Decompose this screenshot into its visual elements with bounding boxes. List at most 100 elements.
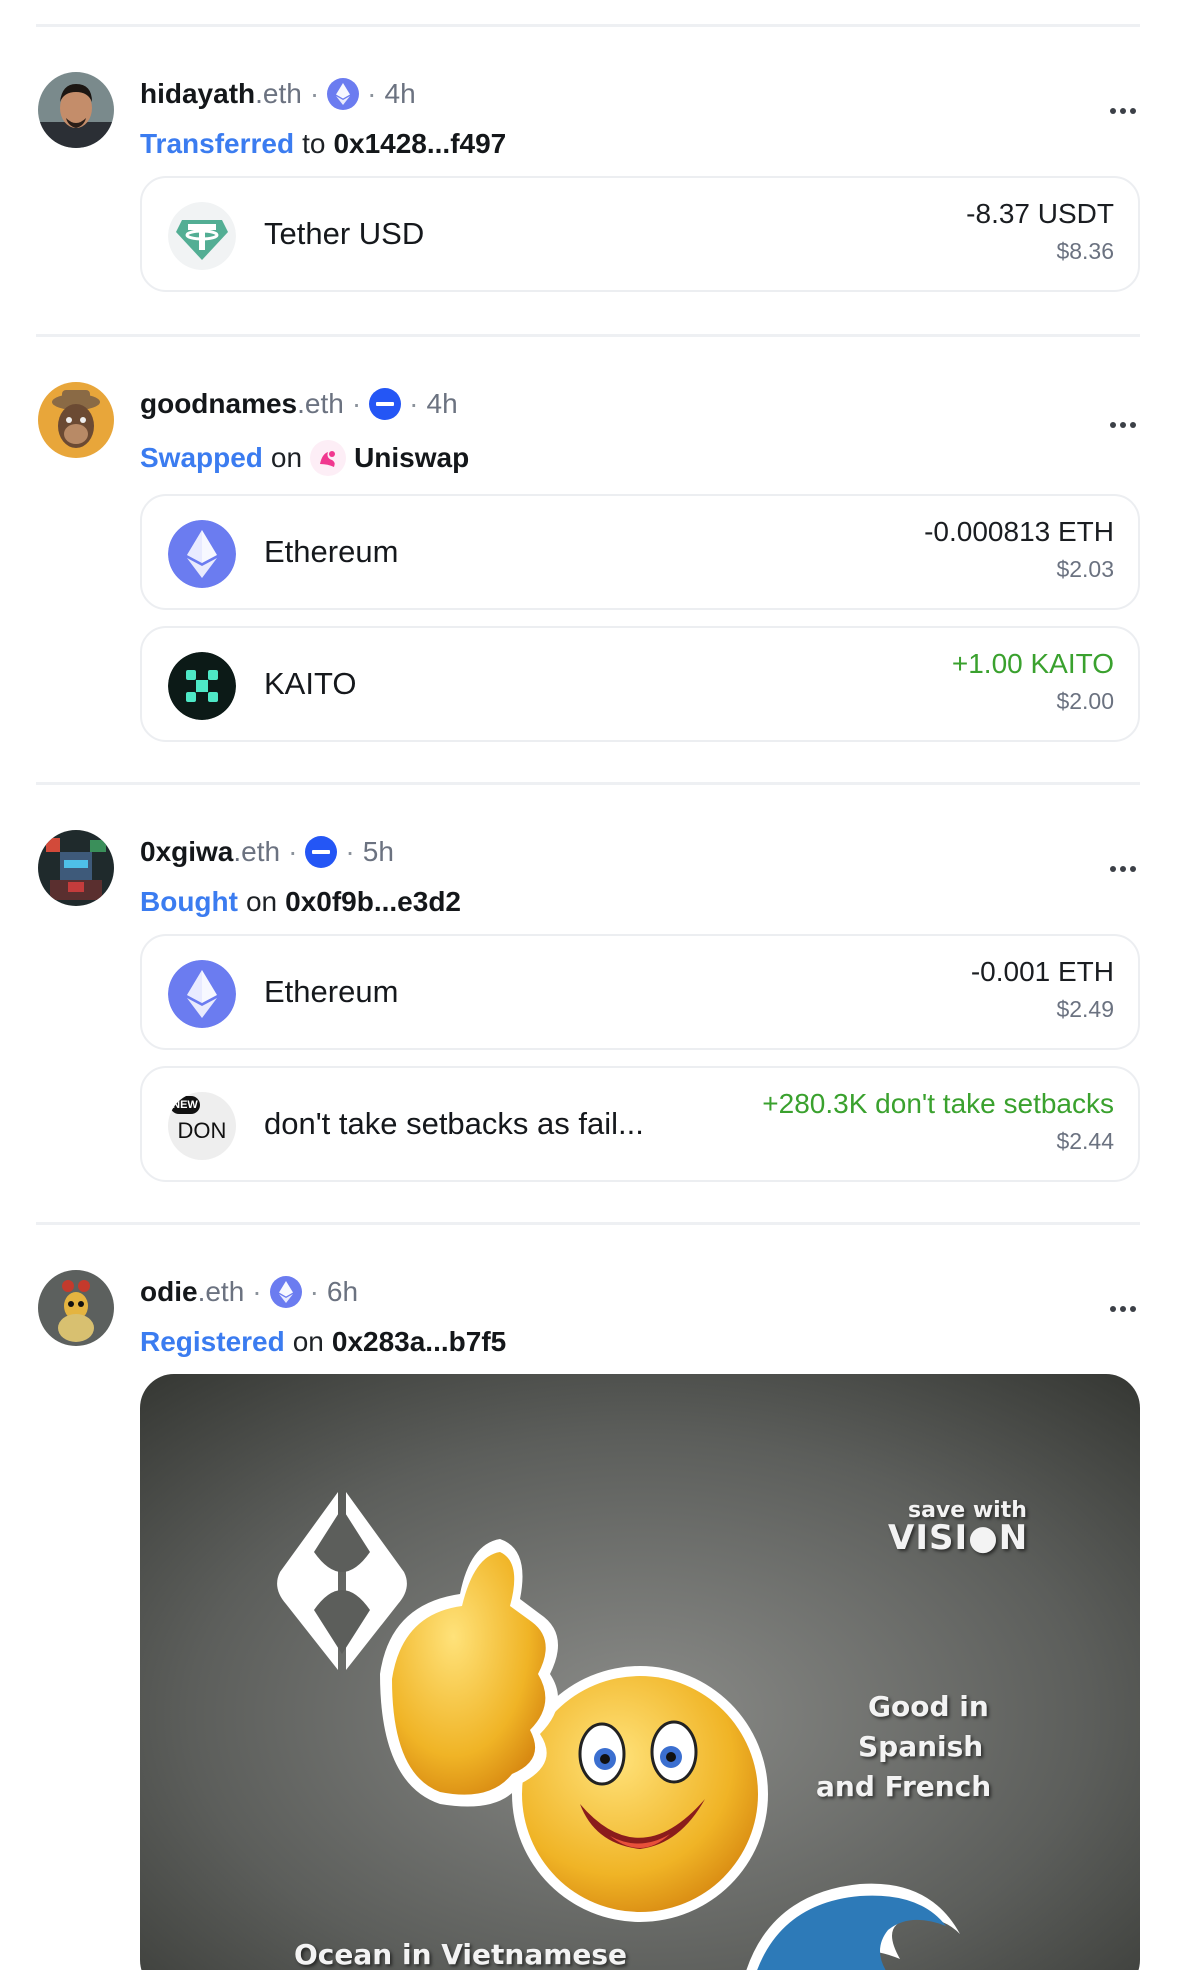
nft-tagline: and French	[816, 1770, 992, 1803]
action-target-address[interactable]: 0x0f9b...e3d2	[285, 886, 461, 918]
dot-icon	[1130, 108, 1136, 114]
action-preposition: on	[245, 886, 278, 917]
dot-icon	[1110, 108, 1116, 114]
token-usd-value: $2.44	[1056, 1128, 1114, 1154]
nft-artwork	[140, 1374, 1140, 1970]
action-target-address[interactable]: 0x1428...f497	[333, 128, 506, 160]
action-target-address[interactable]: 0x283a...b7f5	[332, 1326, 506, 1358]
uniswap-icon	[310, 440, 347, 476]
feed-header: 0xgiwa .eth · · 5h	[140, 832, 394, 872]
tether-icon	[168, 202, 236, 270]
divider	[36, 782, 1140, 785]
separator: ·	[409, 388, 419, 419]
token-amount-clip: +280.3K don't take setbacks	[714, 1088, 1114, 1124]
action-line: Transferred to 0x1428...f497	[140, 124, 506, 164]
kaito-icon	[168, 652, 236, 720]
avatar[interactable]	[38, 382, 114, 458]
avatar[interactable]	[38, 830, 114, 906]
separator: ·	[351, 388, 362, 419]
ethereum-icon	[269, 1276, 302, 1308]
user-name[interactable]: hidayath	[140, 78, 255, 110]
token-card[interactable]: Ethereum -0.001 ETH $2.49	[140, 934, 1140, 1050]
user-name-suffix: .eth	[233, 836, 281, 867]
new-badge: NEW	[170, 1096, 200, 1114]
user-name[interactable]: odie	[140, 1276, 198, 1308]
token-usd-value: $2.49	[1056, 996, 1114, 1022]
don-token-icon: NEW DON	[168, 1092, 236, 1160]
dot-icon	[1110, 1306, 1116, 1312]
ethereum-icon	[168, 520, 236, 588]
timestamp: 6h	[326, 1276, 359, 1307]
action-verb[interactable]: Registered	[140, 1326, 285, 1358]
token-amount: +1.00 KAITO	[951, 648, 1114, 679]
separator: ·	[367, 78, 377, 109]
token-card[interactable]: Tether USD -8.37 USDT $8.36	[140, 176, 1140, 292]
activity-feed: hidayath .eth · · 4h Transferred to 0x142…	[0, 0, 1182, 1970]
action-preposition: to	[302, 128, 326, 159]
more-options-button[interactable]	[1108, 96, 1138, 126]
nft-caption: Ocean in Vietnamese	[294, 1938, 628, 1970]
nft-image-card[interactable]: save with VISI●N Good in Spanish and Fre…	[140, 1374, 1140, 1970]
action-verb[interactable]: Swapped	[140, 442, 263, 474]
divider	[36, 1222, 1140, 1225]
token-card[interactable]: NEW DON don't take setbacks as fail... +…	[140, 1066, 1140, 1182]
nft-tagline: Good in	[868, 1690, 989, 1723]
dot-icon	[1130, 422, 1136, 428]
token-amount: -0.000813 ETH	[924, 516, 1114, 547]
separator: ·	[288, 836, 298, 867]
dot-icon	[1130, 1306, 1136, 1312]
more-options-button[interactable]	[1108, 1294, 1138, 1324]
action-preposition: on	[270, 442, 303, 473]
separator: ·	[309, 78, 320, 109]
user-name[interactable]: 0xgiwa	[140, 836, 233, 868]
user-name-suffix: .eth	[297, 388, 344, 419]
dot-icon	[1120, 1306, 1126, 1312]
token-usd-value: $2.03	[1056, 556, 1114, 582]
token-card[interactable]: KAITO +1.00 KAITO $2.00	[140, 626, 1140, 742]
token-usd-value: $2.00	[1056, 688, 1114, 714]
feed-header: odie .eth · · 6h	[140, 1272, 358, 1312]
nft-brand-large: VISI●N	[888, 1518, 1029, 1558]
timestamp: 5h	[362, 836, 394, 867]
separator: ·	[309, 1276, 319, 1307]
action-verb[interactable]: Transferred	[140, 128, 294, 160]
action-target-protocol[interactable]: Uniswap	[354, 442, 469, 474]
action-line: Bought on 0x0f9b...e3d2	[140, 882, 461, 922]
token-usd-value: $8.36	[1056, 238, 1114, 264]
token-card[interactable]: Ethereum -0.000813 ETH $2.03	[140, 494, 1140, 610]
dot-icon	[1120, 108, 1126, 114]
dot-icon	[1110, 866, 1116, 872]
feed-header: hidayath .eth · · 4h	[140, 74, 416, 114]
action-preposition: on	[292, 1326, 324, 1357]
ethereum-icon	[327, 78, 360, 110]
feed-header: goodnames .eth · · 4h	[140, 384, 458, 424]
base-icon	[369, 388, 402, 420]
timestamp: 4h	[384, 78, 416, 109]
avatar[interactable]	[38, 1270, 114, 1346]
dot-icon	[1120, 866, 1126, 872]
separator: ·	[345, 836, 355, 867]
token-name: Tether USD	[264, 216, 425, 251]
more-options-button[interactable]	[1108, 410, 1138, 440]
base-icon	[305, 836, 338, 868]
token-name: don't take setbacks as fail...	[264, 1106, 644, 1141]
dot-icon	[1120, 422, 1126, 428]
token-icon-text: DON	[177, 1118, 227, 1143]
divider	[36, 334, 1140, 337]
token-name: Ethereum	[264, 974, 399, 1009]
more-options-button[interactable]	[1108, 854, 1138, 884]
action-line: Swapped on Uniswap	[140, 438, 469, 478]
token-amount: +280.3K don't take setbacks	[762, 1088, 1114, 1119]
divider	[36, 24, 1140, 27]
user-name-suffix: .eth	[255, 78, 302, 109]
timestamp: 4h	[426, 388, 458, 419]
token-amount: -0.001 ETH	[970, 956, 1114, 987]
action-verb[interactable]: Bought	[140, 886, 238, 918]
user-name-suffix: .eth	[197, 1276, 245, 1307]
user-name[interactable]: goodnames	[140, 388, 297, 420]
token-name: KAITO	[264, 666, 357, 701]
token-amount: -8.37 USDT	[966, 198, 1114, 229]
avatar[interactable]	[38, 72, 114, 148]
token-name: Ethereum	[264, 534, 399, 569]
dot-icon	[1110, 422, 1116, 428]
